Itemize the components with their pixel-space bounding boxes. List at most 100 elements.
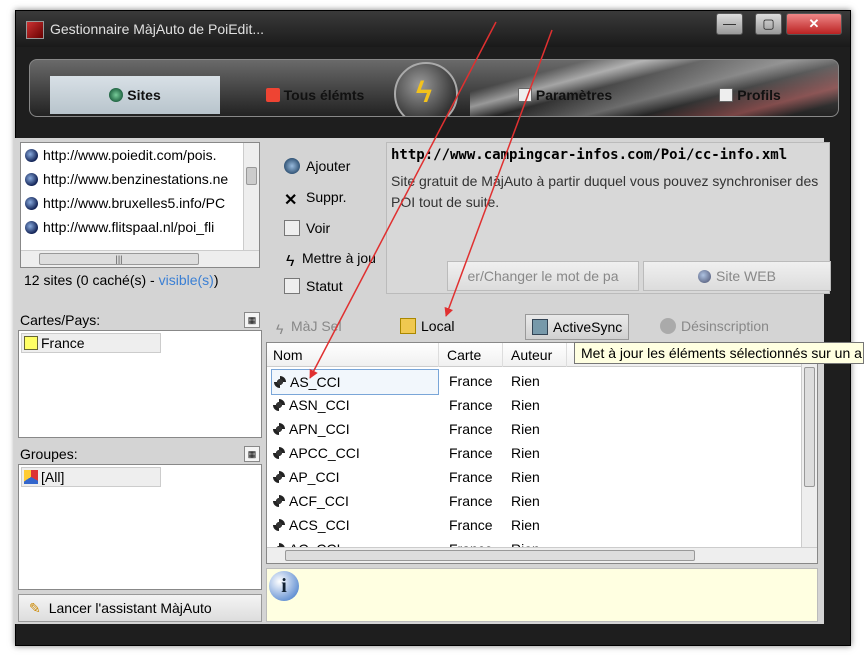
cartes-header: Cartes/Pays: ▦ [18, 310, 262, 330]
unsubscribe-icon [660, 318, 676, 334]
groupe-item[interactable]: [All] [21, 467, 161, 487]
visible-link[interactable]: visible(s) [159, 272, 214, 288]
globe-icon [698, 270, 712, 283]
table-row[interactable]: ACF_CCI France Rien [267, 489, 807, 513]
item-icon [274, 376, 286, 388]
column-header-carte[interactable]: Carte [441, 343, 503, 367]
item-icon [273, 447, 285, 459]
status-doc-icon [284, 278, 300, 294]
item-icon [273, 399, 285, 411]
scroll-thumb[interactable] [246, 167, 257, 185]
update-site-button[interactable]: ϟ Mettre à jou [286, 250, 376, 270]
bolt-icon: ϟ [416, 76, 432, 109]
table-row[interactable]: ACS_CCI France Rien [267, 513, 807, 537]
scroll-thumb[interactable] [285, 550, 695, 561]
site-web-button[interactable]: Site WEB [643, 261, 831, 291]
tab-bar: Sites Tous élémts ϟ Paramètres Profils [29, 59, 839, 117]
view-site-button[interactable]: Voir [284, 220, 330, 236]
item-icon [273, 423, 285, 435]
row-carte: France [449, 445, 493, 461]
tab-parametres[interactable]: Paramètres [500, 76, 630, 114]
table-row[interactable]: APCC_CCI France Rien [267, 441, 807, 465]
row-name: AP_CCI [273, 465, 340, 489]
groupes-menu-button[interactable]: ▦ [244, 446, 260, 462]
maximize-button[interactable]: ▢ [755, 13, 782, 35]
row-auteur: Rien [511, 421, 540, 437]
row-name: AS_CCI [271, 369, 439, 395]
change-password-button[interactable]: er/Changer le mot de pa [447, 261, 639, 291]
info-icon: i [269, 571, 299, 601]
group-icon [24, 470, 38, 484]
add-site-button[interactable]: Ajouter [284, 158, 350, 174]
site-info-panel: http://www.campingcar-infos.com/Poi/cc-i… [386, 142, 831, 294]
globe-icon [109, 88, 124, 102]
scroll-thumb[interactable]: ||| [39, 253, 199, 265]
tab-tous-elements[interactable]: Tous élémts [250, 76, 380, 114]
window-title: Gestionnaire MàjAuto de PoiEdit... [50, 21, 265, 37]
table-vertical-scrollbar[interactable] [801, 343, 817, 549]
cartes-menu-button[interactable]: ▦ [244, 312, 260, 328]
maj-sel-button[interactable]: ϟ MàJ Sel [276, 314, 342, 340]
pin-icon [265, 88, 280, 102]
activesync-tooltip: Met à jour les éléments sélectionnés sur… [574, 342, 864, 364]
bolt-icon: ϟ [276, 321, 284, 337]
row-carte: France [449, 373, 493, 389]
row-auteur: Rien [511, 373, 540, 389]
info-bar: i [266, 568, 818, 622]
close-button[interactable]: ✕ [786, 13, 842, 35]
row-name: ACS_CCI [273, 513, 350, 537]
column-header-auteur[interactable]: Auteur [505, 343, 567, 367]
column-header-nom[interactable]: Nom [267, 343, 439, 367]
table-row[interactable]: APN_CCI France Rien [267, 417, 807, 441]
device-icon [532, 319, 548, 335]
tab-profils[interactable]: Profils [700, 76, 800, 114]
title-bar: Gestionnaire MàjAuto de PoiEdit... — ▢ ✕ [16, 11, 850, 47]
launch-assistant-button[interactable]: ✎ Lancer l'assistant MàjAuto [18, 594, 262, 622]
delete-site-button[interactable]: ✕ Suppr. [284, 189, 346, 209]
site-item[interactable]: http://www.bruxelles5.info/PC [21, 191, 259, 215]
desinscription-button[interactable]: Désinscription [660, 314, 769, 340]
site-item[interactable]: http://www.poiedit.com/pois. [21, 143, 259, 167]
row-carte: France [449, 397, 493, 413]
carte-item[interactable]: France [21, 333, 161, 353]
groupes-list[interactable]: [All] [18, 464, 262, 590]
status-site-button[interactable]: Statut [284, 278, 343, 294]
row-name: ACF_CCI [273, 489, 349, 513]
table-row[interactable]: AP_CCI France Rien [267, 465, 807, 489]
scroll-thumb[interactable] [804, 367, 815, 487]
site-item[interactable]: http://www.flitspaal.nl/poi_fli [21, 215, 259, 239]
activesync-button[interactable]: ActiveSync [525, 314, 630, 340]
elements-table[interactable]: Nom Carte Auteur AS_CCI France Rien ASN_… [266, 342, 818, 564]
minimize-button[interactable]: — [716, 13, 743, 35]
settings-doc-icon [517, 88, 532, 102]
globe-icon [25, 221, 38, 234]
sites-vertical-scrollbar[interactable] [243, 143, 259, 251]
view-doc-icon [284, 220, 300, 236]
row-name: APCC_CCI [273, 441, 360, 465]
groupes-header: Groupes: ▦ [18, 444, 262, 464]
map-icon [24, 336, 38, 350]
app-icon [26, 21, 44, 39]
row-carte: France [449, 421, 493, 437]
row-carte: France [449, 469, 493, 485]
table-horizontal-scrollbar[interactable] [267, 547, 817, 563]
sites-list[interactable]: http://www.poiedit.com/pois. http://www.… [20, 142, 260, 268]
local-button[interactable]: Local [400, 314, 454, 340]
row-auteur: Rien [511, 469, 540, 485]
tab-sites[interactable]: Sites [50, 76, 220, 114]
row-carte: France [449, 517, 493, 533]
table-row[interactable]: ASN_CCI France Rien [267, 393, 807, 417]
table-row[interactable]: AS_CCI France Rien [267, 369, 807, 395]
item-icon [273, 471, 285, 483]
row-auteur: Rien [511, 493, 540, 509]
sites-horizontal-scrollbar[interactable]: ||| [21, 250, 259, 267]
site-description: Site gratuit de MàjAuto à partir duquel … [391, 173, 819, 210]
item-icon [273, 495, 285, 507]
row-auteur: Rien [511, 445, 540, 461]
cartes-list[interactable]: France [18, 330, 262, 438]
site-item[interactable]: http://www.benzinestations.ne [21, 167, 259, 191]
globe-icon [25, 173, 38, 186]
profile-doc-icon [719, 88, 734, 102]
item-icon [273, 519, 285, 531]
sites-count: 12 sites (0 caché(s) - visible(s)) [24, 272, 219, 288]
